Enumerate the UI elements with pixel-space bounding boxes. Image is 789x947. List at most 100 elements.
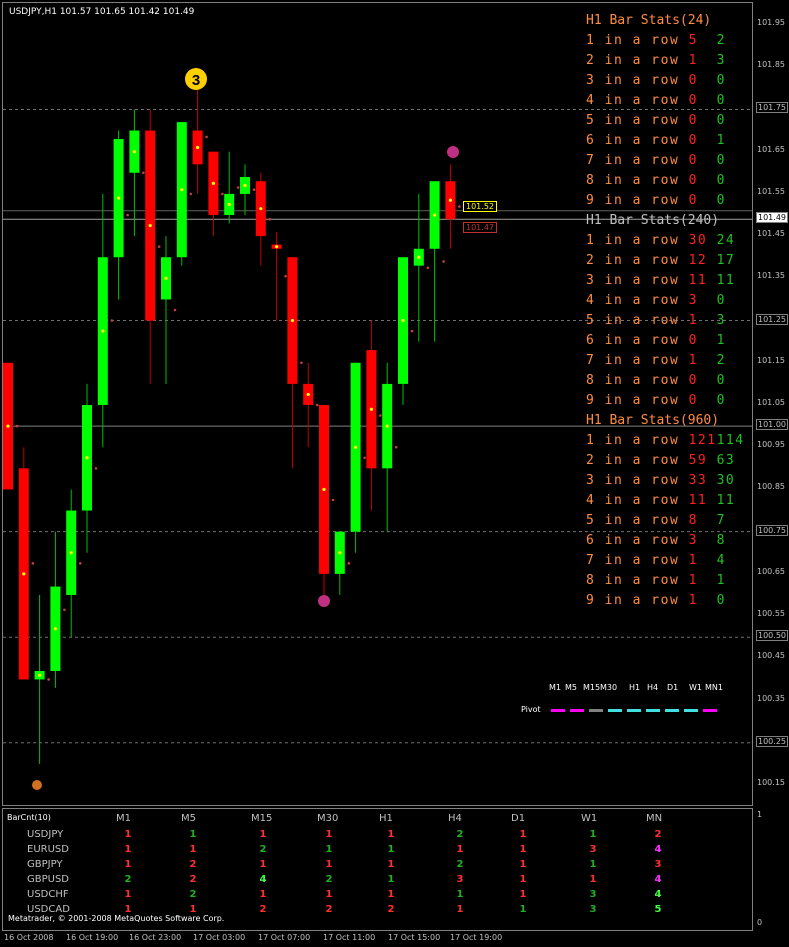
timeframe-label-m30: M30 [600, 683, 618, 692]
stats-down-count: 3 [716, 53, 726, 68]
pivot-dot [94, 467, 98, 470]
stats-down-count: 2 [716, 353, 726, 368]
barcount-cell: 2 [456, 829, 464, 840]
stats-down-count: 17 [716, 253, 736, 268]
median-dot [180, 188, 184, 192]
median-dot [369, 407, 373, 411]
pivot-swatch [703, 709, 717, 712]
barcount-cell: 1 [387, 874, 395, 885]
pivot-dot [189, 192, 193, 196]
barcount-col-header: M30 [317, 813, 339, 824]
price-scale-label: 100.50 [756, 630, 788, 642]
price-scale-label: 101.49 [756, 212, 788, 224]
high-marker [447, 146, 459, 158]
pivot-dot [331, 498, 335, 502]
barcount-cell: 5 [654, 904, 662, 915]
stats-row: 3 in a row 0 0 [586, 71, 726, 91]
timeframe-label-m15: M15 [583, 683, 601, 692]
stats-row: 9 in a row 0 0 [586, 191, 726, 211]
median-dot [385, 424, 389, 428]
stats-row: 8 in a row 0 0 [586, 371, 726, 391]
median-dot [401, 318, 405, 323]
price-scale-label: 101.85 [757, 60, 785, 70]
barcount-cell: 1 [519, 874, 527, 885]
median-dot [164, 276, 168, 280]
stats-down-count: 0 [716, 113, 726, 128]
pivot-dot [78, 562, 82, 565]
stats-up-count: 3 [679, 293, 717, 308]
price-scale-label: 101.55 [757, 186, 785, 196]
price-scale-label: 101.35 [757, 271, 785, 281]
price-scale-label: 100.55 [757, 609, 785, 619]
timeframe-label-w1: W1 [689, 683, 702, 692]
barcount-symbol: USDCHF [27, 889, 69, 900]
sub-scale-bottom: 0 [757, 918, 763, 927]
stats-row: 5 in a row 1 3 [586, 311, 726, 331]
barcount-cell: 3 [589, 889, 597, 900]
barcount-cell: 4 [259, 874, 267, 885]
pivot-swatch [684, 709, 698, 712]
barcount-cell: 2 [259, 904, 267, 915]
barcount-col-header: D1 [511, 813, 526, 824]
pivot-swatch [608, 709, 622, 712]
price-scale-label: 101.45 [757, 229, 785, 239]
price-scale[interactable]: 101.95 101.85 101.75 101.65 101.55 101.49 101.… [753, 0, 789, 810]
time-axis-label: 17 Oct 03:00 [193, 933, 246, 942]
timeframe-label-d1: D1 [667, 683, 679, 692]
barcount-cell: 4 [654, 874, 662, 885]
barcount-col-header: M15 [251, 813, 273, 824]
pivot-dot [410, 329, 414, 333]
price-scale-label: 100.45 [757, 651, 785, 661]
barcount-cell: 1 [259, 889, 267, 900]
barcount-cell: 1 [325, 829, 333, 840]
pivot-dot [236, 186, 240, 189]
price-scale-label: 101.75 [756, 102, 788, 114]
stats-up-count: 0 [679, 393, 717, 408]
barcount-cell: 2 [325, 904, 333, 915]
median-dot [85, 456, 89, 460]
pivot-dot [300, 361, 303, 365]
price-scale-label: 100.75 [756, 524, 788, 536]
price-scale-label: 101.65 [757, 144, 785, 154]
pivot-dot [363, 456, 366, 460]
median-dot [243, 183, 247, 188]
low-price-tag: 101.47 [463, 221, 497, 233]
barcount-cell: 2 [387, 904, 395, 915]
stats-down-count: 24 [716, 233, 736, 248]
pivot-swatch [570, 709, 584, 712]
stats-row: 9 in a row 1 0 [586, 591, 726, 611]
stats-row-label: 7 in a row [586, 153, 680, 168]
barcount-cell: 2 [259, 844, 267, 855]
barcount-cell: 1 [456, 904, 464, 915]
stats-up-count: 8 [679, 513, 717, 528]
barcount-cell: 1 [387, 889, 395, 900]
median-dot [306, 392, 310, 397]
pivot-dot [442, 260, 445, 263]
median-dot [354, 445, 358, 449]
stats-row-label: 5 in a row [586, 113, 680, 128]
stats-row: 7 in a row 0 0 [586, 151, 726, 171]
barcount-indicator-window[interactable]: BarCnt(10) M1 M5 M15 M30 H1 H4 D1 W1 MN USDJPY 1 1 1… [2, 808, 753, 931]
stats-up-count: 1 [679, 313, 717, 328]
barcount-cell: 1 [259, 829, 267, 840]
stats-row: 6 in a row 0 1 [586, 331, 726, 351]
median-dot [196, 145, 200, 150]
median-dot [290, 318, 294, 323]
stats-row: 1 in a row 30 24 [586, 231, 735, 251]
price-scale-label: 101.00 [756, 419, 788, 431]
stats-down-count: 2 [716, 33, 726, 48]
stats-down-count: 0 [716, 153, 726, 168]
barcount-cell: 3 [456, 874, 464, 885]
stats-row: 4 in a row 3 0 [586, 291, 726, 311]
median-dot [259, 207, 263, 211]
stats-up-count: 0 [679, 173, 717, 188]
pivot-dot [379, 414, 382, 417]
stats-down-count: 0 [716, 173, 726, 188]
stats-row: 1 in a row 5 2 [586, 31, 726, 51]
stats-section-title: H1 Bar Stats(24) [586, 13, 712, 28]
pivot-dot [173, 308, 177, 312]
pivot-dot [110, 319, 114, 322]
median-dot [148, 223, 152, 228]
main-chart[interactable]: 3 USDJPY,H1 101.57 101.65 101.42 101.49 … [2, 2, 753, 806]
barcount-cell: 3 [654, 859, 662, 870]
